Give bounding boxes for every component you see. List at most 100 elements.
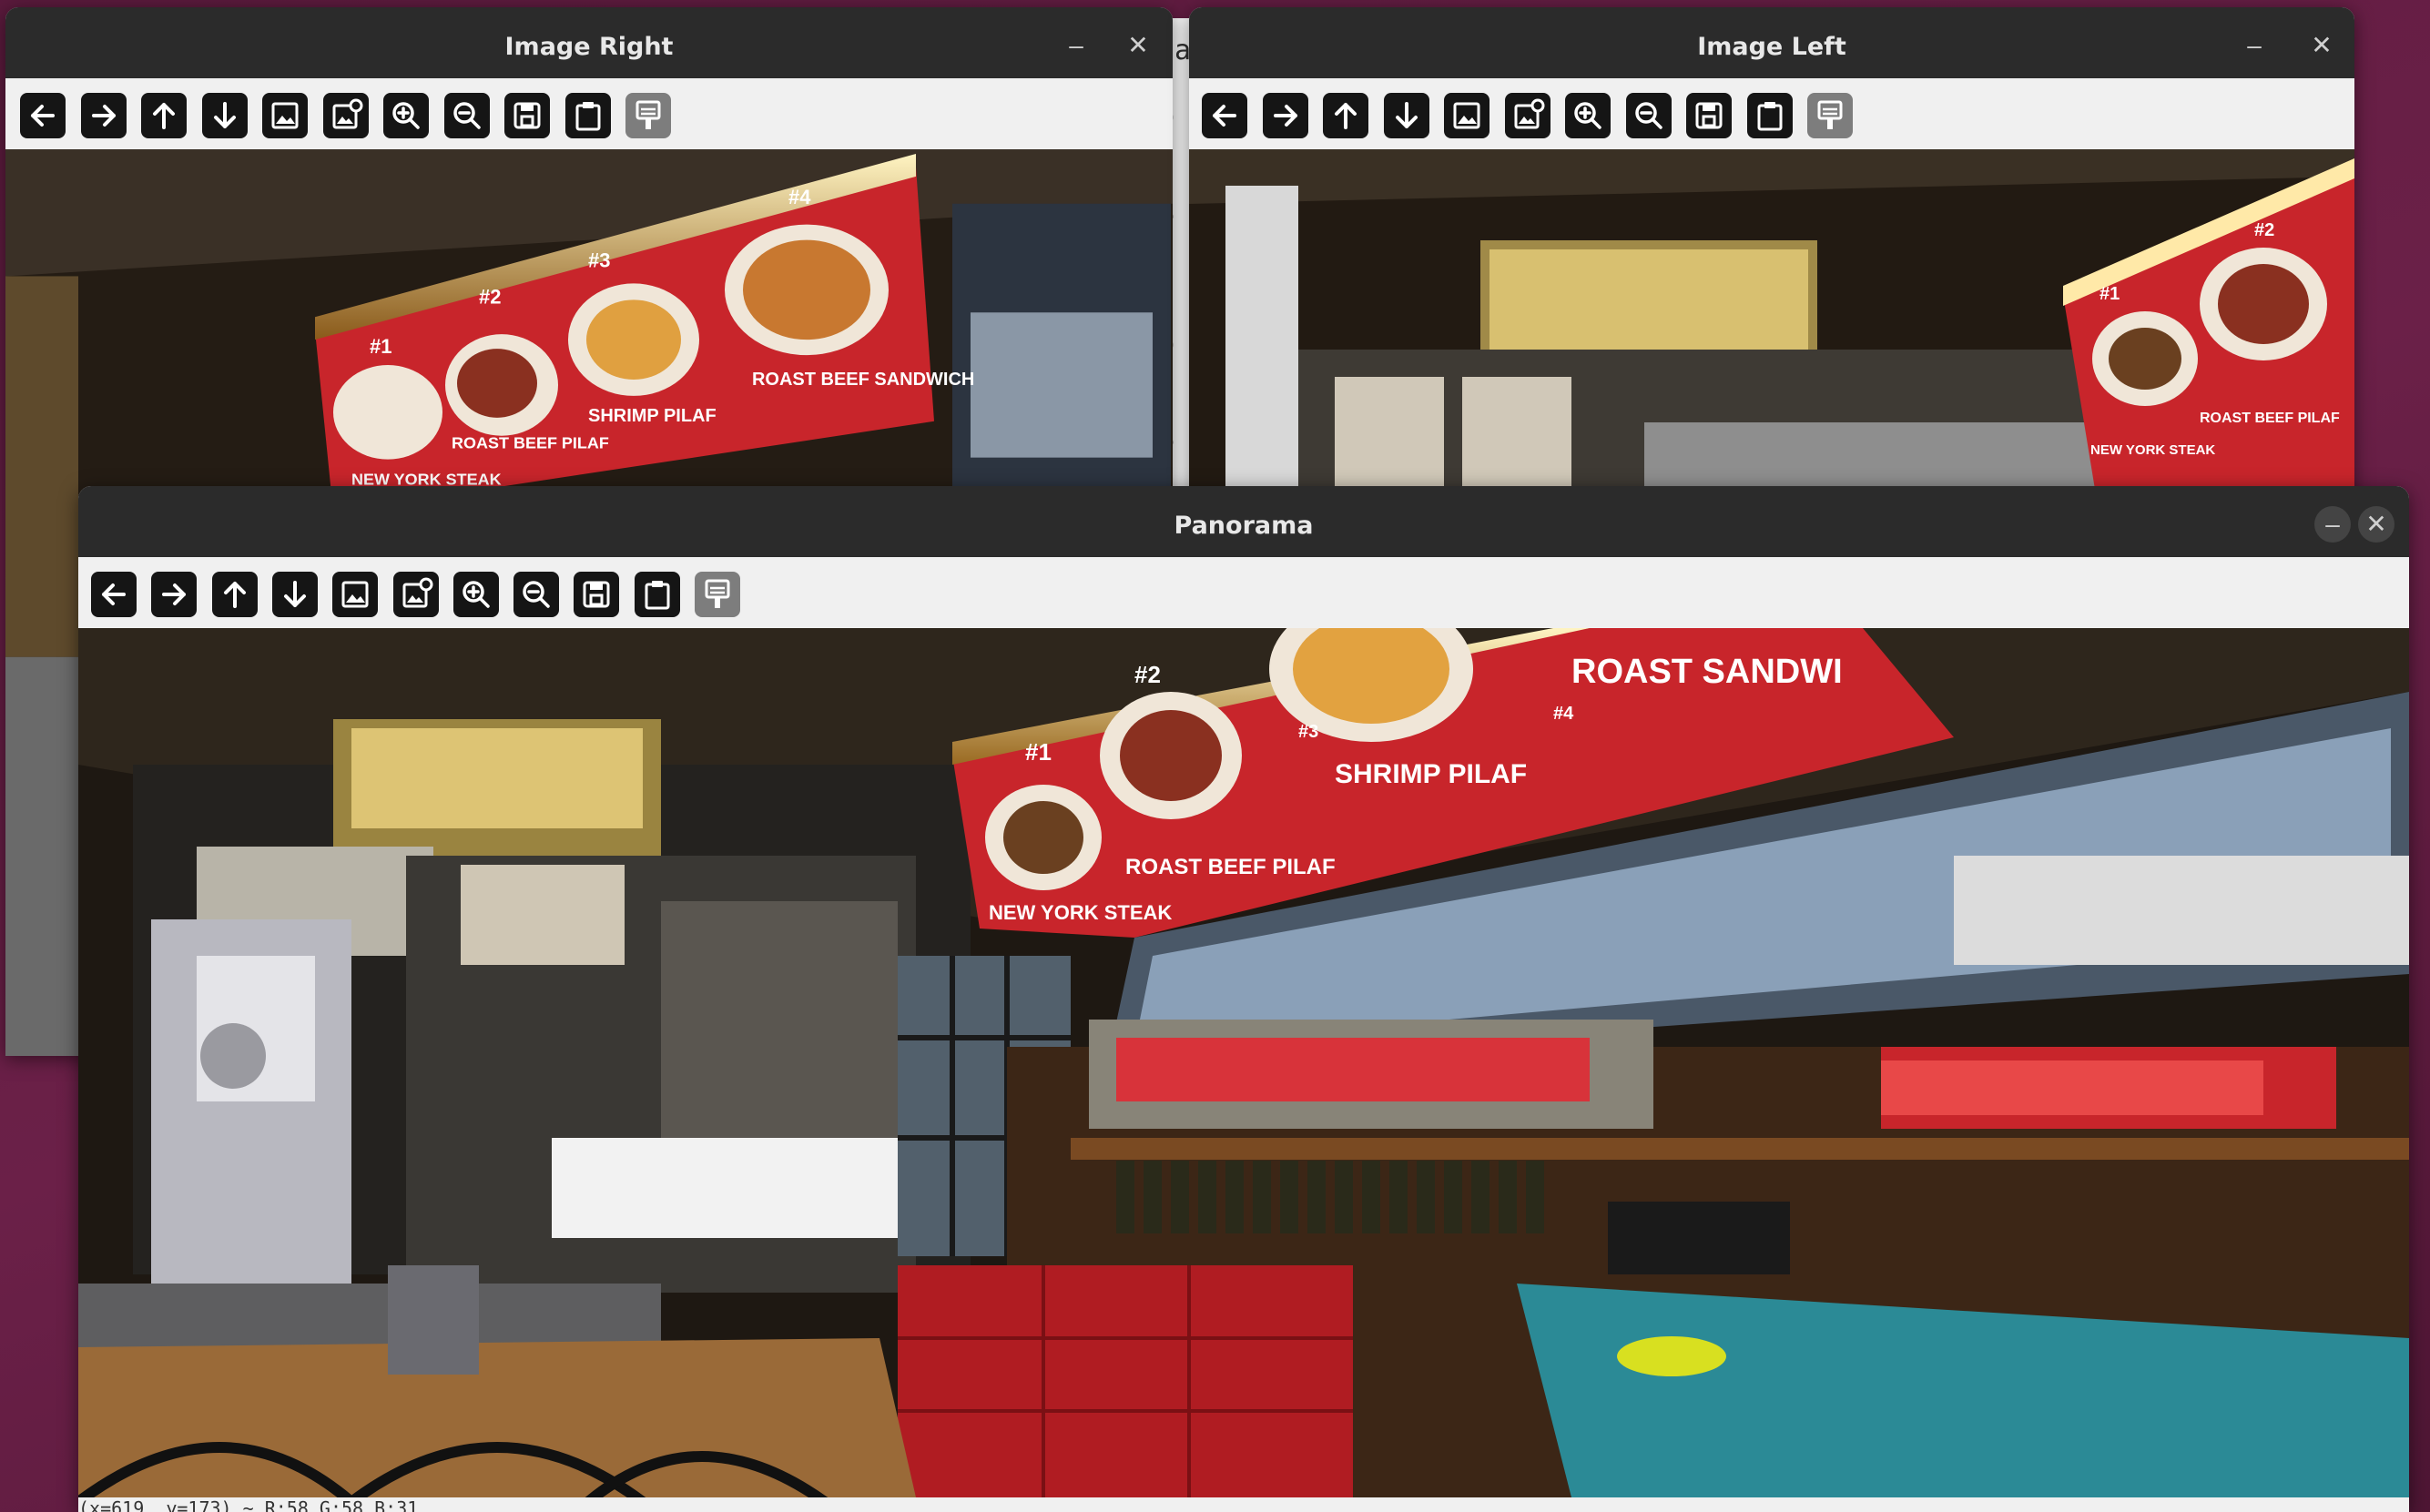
image-button[interactable]: [1444, 93, 1490, 138]
arrow-left-button[interactable]: [91, 572, 137, 617]
image-button[interactable]: [262, 93, 308, 138]
close-button[interactable]: ✕: [1120, 27, 1156, 64]
sign-name: SHRIMP PILAF: [1335, 759, 1527, 789]
image-right-toolbar: [5, 78, 1173, 149]
properties-button[interactable]: [695, 572, 740, 617]
image-left-toolbar: [1189, 78, 2354, 149]
image-settings-button[interactable]: [1504, 93, 1551, 138]
zoom-out-icon: [1634, 102, 1662, 129]
minimize-button[interactable]: –: [2314, 506, 2351, 543]
image-left-photo: #1 NEW YORK STEAK #2 ROAST BEEF PILAF: [1189, 149, 2354, 517]
status-bar: (x=619, y=173) ~ R:58 G:58 B:31: [78, 1497, 2409, 1512]
image-left-titlebar[interactable]: Image Left – ✕: [1189, 7, 2354, 78]
arrow-right-icon: [162, 583, 187, 605]
save-button[interactable]: [504, 93, 550, 138]
save-icon: [513, 102, 541, 129]
clipboard-button[interactable]: [634, 572, 680, 617]
sign-number: #2: [1134, 661, 1161, 688]
clipboard-icon: [575, 102, 600, 131]
sign-number: #4: [1553, 704, 1574, 724]
image-settings-icon: [402, 577, 432, 608]
arrow-down-icon: [213, 102, 236, 128]
panorama-view[interactable]: #1 NEW YORK STEAK #2 ROAST BEEF PILAF #3…: [78, 628, 2409, 1497]
sign-number: #3: [588, 249, 610, 272]
arrow-left-button[interactable]: [1202, 93, 1247, 138]
zoom-in-button[interactable]: [452, 572, 499, 617]
sign-name: NEW YORK STEAK: [989, 901, 1172, 924]
arrow-down-button[interactable]: [271, 572, 318, 617]
minimize-button[interactable]: –: [1058, 27, 1094, 64]
zoom-in-button[interactable]: [1565, 93, 1611, 138]
image-left-view[interactable]: #1 NEW YORK STEAK #2 ROAST BEEF PILAF: [1189, 149, 2354, 517]
zoom-in-button[interactable]: [383, 93, 429, 138]
image-settings-icon: [332, 98, 362, 129]
minimize-button[interactable]: –: [2236, 27, 2272, 64]
arrow-left-icon: [31, 105, 55, 127]
image-left-window[interactable]: Image Left – ✕ #1 NEW YORK STEAK #2 ROAS…: [1189, 7, 2354, 517]
clipboard-button[interactable]: [564, 93, 611, 138]
sign-number: #1: [2100, 284, 2120, 304]
properties-icon: [1817, 100, 1843, 129]
clipboard-icon: [645, 581, 670, 610]
image-button[interactable]: [332, 572, 379, 617]
arrow-up-button[interactable]: [1323, 93, 1368, 138]
clipboard-button[interactable]: [1746, 93, 1793, 138]
sign-name: ROAST SANDWI: [1571, 653, 1843, 691]
arrow-down-icon: [283, 581, 306, 607]
zoom-out-icon: [523, 581, 550, 608]
arrow-up-icon: [1335, 103, 1357, 129]
zoom-out-button[interactable]: [513, 572, 560, 617]
sign-name: SHRIMP PILAF: [588, 406, 717, 426]
window-title: Image Right: [504, 33, 674, 61]
save-icon: [1695, 102, 1723, 129]
arrow-right-button[interactable]: [80, 93, 127, 138]
zoom-out-button[interactable]: [443, 93, 490, 138]
sign-name: ROAST BEEF PILAF: [1125, 855, 1336, 879]
window-title: Panorama: [1174, 512, 1314, 540]
save-button[interactable]: [1686, 93, 1732, 138]
sign-number: #2: [479, 285, 501, 308]
arrow-left-button[interactable]: [20, 93, 66, 138]
image-icon: [271, 102, 299, 129]
arrow-down-button[interactable]: [1383, 93, 1429, 138]
zoom-in-icon: [463, 581, 490, 608]
close-button[interactable]: ✕: [2358, 506, 2394, 543]
panorama-toolbar: [78, 557, 2409, 628]
panorama-photo: #1 NEW YORK STEAK #2 ROAST BEEF PILAF #3…: [78, 628, 2409, 1497]
arrow-right-button[interactable]: [151, 572, 198, 617]
arrow-up-button[interactable]: [211, 572, 258, 617]
image-settings-button[interactable]: [392, 572, 439, 617]
zoom-out-button[interactable]: [1625, 93, 1672, 138]
arrow-right-icon: [91, 105, 116, 127]
properties-icon: [705, 579, 730, 608]
sign-number: #2: [2254, 220, 2274, 240]
sign-name: ROAST BEEF PILAF: [452, 434, 609, 452]
image-settings-button[interactable]: [322, 93, 369, 138]
image-settings-icon: [1514, 98, 1544, 129]
arrow-up-button[interactable]: [141, 93, 187, 138]
arrow-up-icon: [223, 582, 246, 608]
arrow-down-icon: [1395, 102, 1418, 128]
zoom-in-icon: [392, 102, 420, 129]
properties-button[interactable]: [1807, 93, 1853, 138]
image-right-titlebar[interactable]: Image Right – ✕: [5, 7, 1173, 78]
sign-number: #1: [370, 335, 391, 358]
close-button[interactable]: ✕: [2303, 27, 2340, 64]
save-button[interactable]: [574, 572, 620, 617]
window-title: Image Left: [1697, 33, 1846, 61]
save-icon: [583, 581, 610, 608]
clipboard-icon: [1757, 102, 1782, 131]
arrow-down-button[interactable]: [201, 93, 248, 138]
zoom-in-icon: [1574, 102, 1601, 129]
sign-number: #3: [1298, 722, 1318, 742]
arrow-right-icon: [1273, 105, 1297, 127]
panorama-window[interactable]: Panorama – ✕ #1 NEW YORK STEAK #2 ROAST …: [78, 486, 2409, 1512]
arrow-right-button[interactable]: [1262, 93, 1308, 138]
arrow-left-icon: [1213, 105, 1236, 127]
sign-number: #1: [1025, 738, 1052, 766]
panorama-titlebar[interactable]: Panorama – ✕: [78, 486, 2409, 557]
sign-name: ROAST BEEF SANDWICH: [752, 370, 974, 390]
arrow-up-icon: [153, 103, 175, 129]
properties-button[interactable]: [625, 93, 671, 138]
image-icon: [1453, 102, 1480, 129]
